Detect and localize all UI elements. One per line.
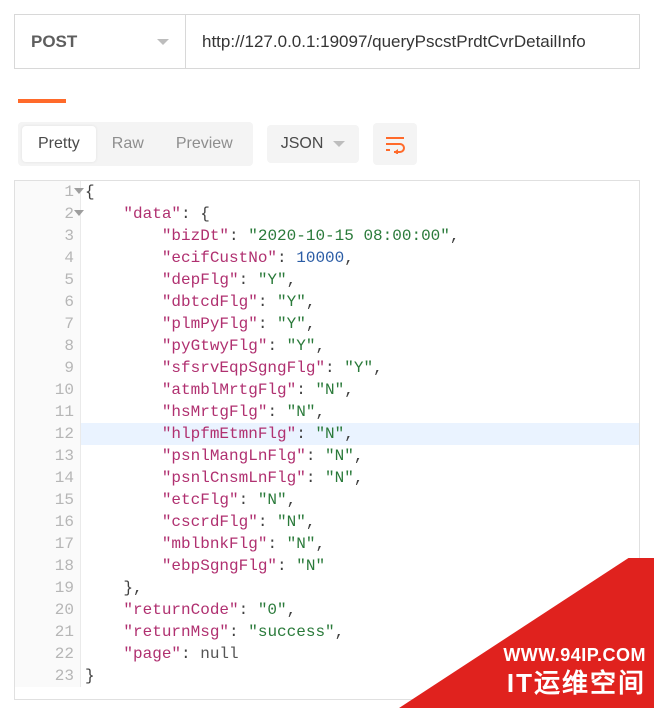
line-number: 21	[15, 621, 81, 643]
active-tab-indicator	[18, 99, 66, 103]
line-number: 1	[15, 181, 81, 203]
fold-icon[interactable]	[74, 188, 84, 194]
code-content: "pyGtwyFlg": "Y",	[81, 335, 325, 357]
code-content: "sfsrvEqpSgngFlg": "Y",	[81, 357, 383, 379]
line-number: 6	[15, 291, 81, 313]
line-number: 14	[15, 467, 81, 489]
tab-preview[interactable]: Preview	[160, 126, 249, 162]
code-line[interactable]: 10 "atmblMrtgFlg": "N",	[15, 379, 639, 401]
watermark-brand: IT运维空间	[507, 663, 646, 700]
code-line[interactable]: 2 "data": {	[15, 203, 639, 225]
code-line[interactable]: 11 "hsMrtgFlg": "N",	[15, 401, 639, 423]
code-line[interactable]: 13 "psnlMangLnFlg": "N",	[15, 445, 639, 467]
code-line[interactable]: 12 "hlpfmEtmnFlg": "N",	[15, 423, 639, 445]
code-line[interactable]: 8 "pyGtwyFlg": "Y",	[15, 335, 639, 357]
code-line[interactable]: 17 "mblbnkFlg": "N",	[15, 533, 639, 555]
code-content: "etcFlg": "N",	[81, 489, 296, 511]
code-line[interactable]: 1{	[15, 181, 639, 203]
code-content: "hsMrtgFlg": "N",	[81, 401, 325, 423]
chevron-down-icon	[157, 39, 169, 45]
fold-icon[interactable]	[74, 210, 84, 216]
http-method-value: POST	[31, 32, 77, 52]
tab-raw[interactable]: Raw	[96, 126, 160, 162]
code-content: "hlpfmEtmnFlg": "N",	[81, 423, 354, 445]
line-number: 22	[15, 643, 81, 665]
code-content: "psnlMangLnFlg": "N",	[81, 445, 363, 467]
line-number: 8	[15, 335, 81, 357]
code-content: "returnMsg": "success",	[81, 621, 344, 643]
code-line[interactable]: 5 "depFlg": "Y",	[15, 269, 639, 291]
line-number: 7	[15, 313, 81, 335]
code-content: "data": {	[81, 203, 210, 225]
chevron-down-icon	[333, 141, 345, 147]
line-number: 3	[15, 225, 81, 247]
line-number: 13	[15, 445, 81, 467]
http-method-select[interactable]: POST	[14, 14, 186, 69]
code-line[interactable]: 14 "psnlCnsmLnFlg": "N",	[15, 467, 639, 489]
wrap-icon	[384, 134, 406, 154]
code-content: "psnlCnsmLnFlg": "N",	[81, 467, 363, 489]
line-number: 12	[15, 423, 81, 445]
line-number: 19	[15, 577, 81, 599]
code-line[interactable]: 7 "plmPyFlg": "Y",	[15, 313, 639, 335]
code-content: "returnCode": "0",	[81, 599, 296, 621]
line-number: 4	[15, 247, 81, 269]
tab-pretty[interactable]: Pretty	[22, 126, 96, 162]
code-content: }	[81, 665, 95, 687]
code-line[interactable]: 16 "cscrdFlg": "N",	[15, 511, 639, 533]
line-number: 15	[15, 489, 81, 511]
code-line[interactable]: 15 "etcFlg": "N",	[15, 489, 639, 511]
code-line[interactable]: 6 "dbtcdFlg": "Y",	[15, 291, 639, 313]
code-line[interactable]: 3 "bizDt": "2020-10-15 08:00:00",	[15, 225, 639, 247]
content-type-value: JSON	[281, 135, 324, 153]
code-content: "bizDt": "2020-10-15 08:00:00",	[81, 225, 459, 247]
url-input[interactable]	[186, 14, 640, 69]
code-content: "dbtcdFlg": "Y",	[81, 291, 315, 313]
code-content: "cscrdFlg": "N",	[81, 511, 315, 533]
line-number: 5	[15, 269, 81, 291]
line-number: 20	[15, 599, 81, 621]
line-number: 10	[15, 379, 81, 401]
code-line[interactable]: 4 "ecifCustNo": 10000,	[15, 247, 639, 269]
content-type-select[interactable]: JSON	[267, 125, 360, 163]
code-content: "depFlg": "Y",	[81, 269, 296, 291]
line-number: 11	[15, 401, 81, 423]
code-content: "ebpSgngFlg": "N"	[81, 555, 325, 577]
code-line[interactable]: 9 "sfsrvEqpSgngFlg": "Y",	[15, 357, 639, 379]
body-view-tabs: Pretty Raw Preview	[18, 122, 253, 166]
code-content: "atmblMrtgFlg": "N",	[81, 379, 354, 401]
line-number: 2	[15, 203, 81, 225]
line-number: 18	[15, 555, 81, 577]
code-content: "page": null	[81, 643, 239, 665]
line-number: 17	[15, 533, 81, 555]
line-number: 9	[15, 357, 81, 379]
line-number: 23	[15, 665, 81, 687]
code-content: "ecifCustNo": 10000,	[81, 247, 354, 269]
code-content: },	[81, 577, 143, 599]
line-number: 16	[15, 511, 81, 533]
wrap-lines-button[interactable]	[373, 123, 417, 165]
code-content: "mblbnkFlg": "N",	[81, 533, 325, 555]
watermark: WWW.94IP.COM IT运维空间	[364, 558, 654, 708]
code-content: "plmPyFlg": "Y",	[81, 313, 315, 335]
